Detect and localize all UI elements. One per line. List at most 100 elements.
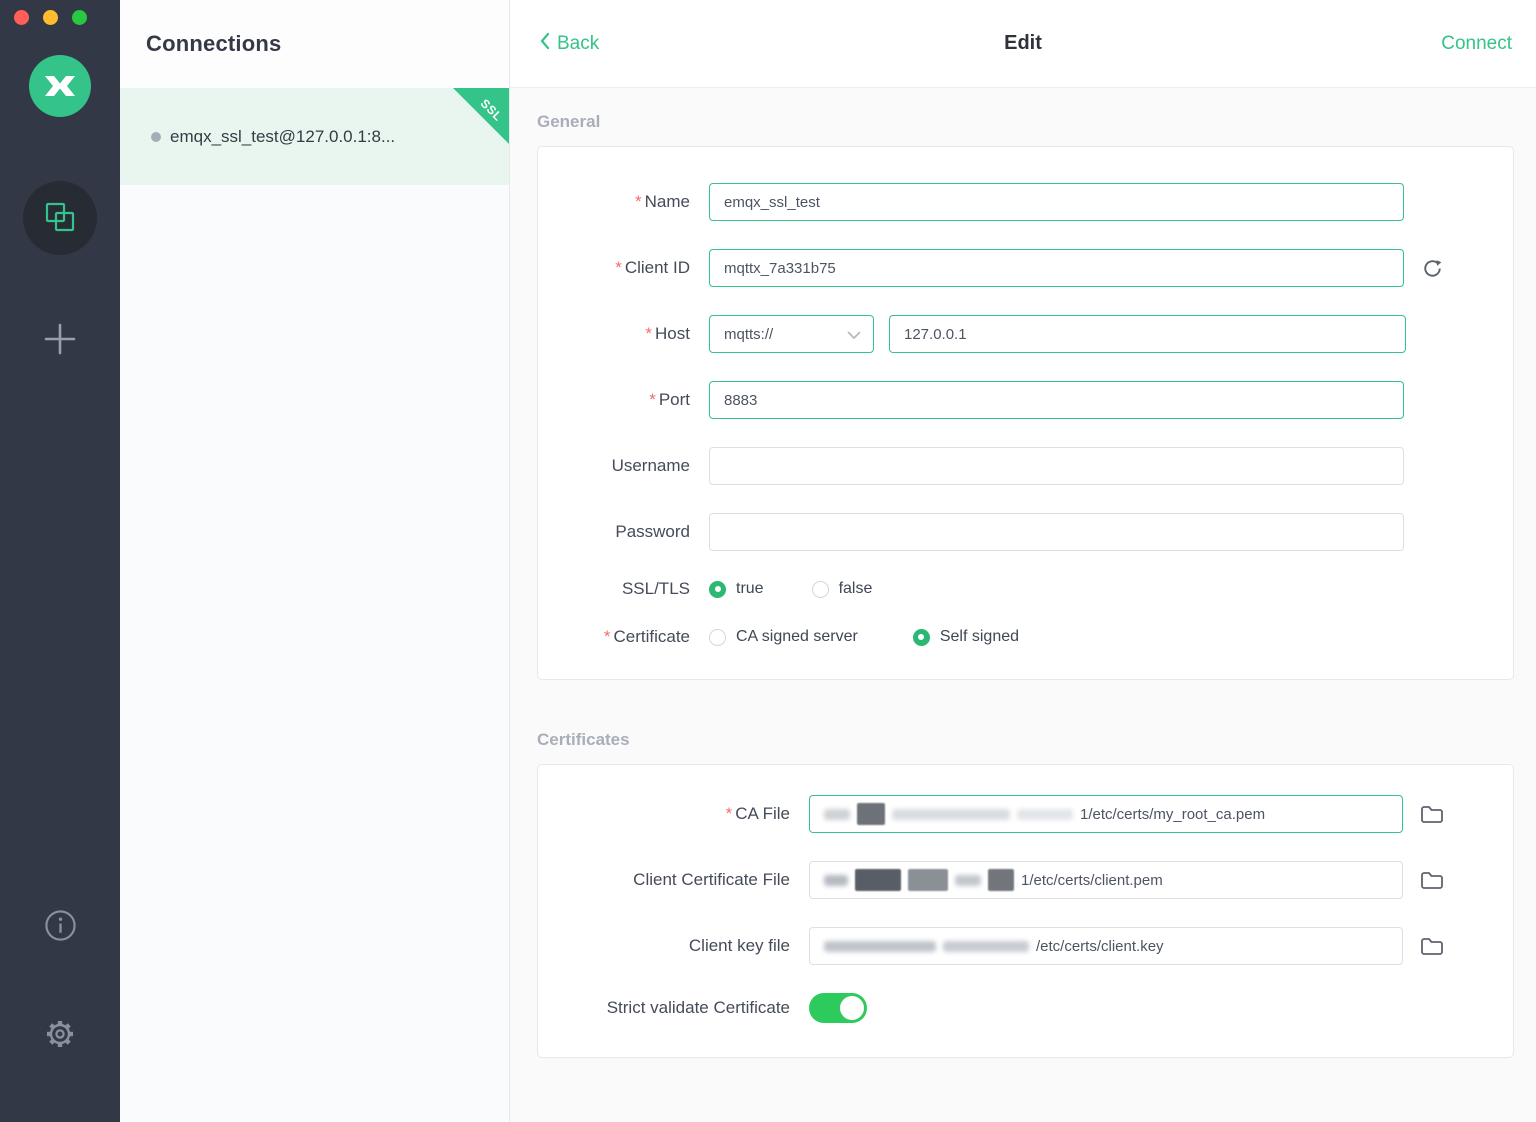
sidebar bbox=[0, 0, 120, 1122]
toggle-knob bbox=[840, 996, 864, 1020]
folder-icon bbox=[1421, 943, 1443, 958]
connect-button[interactable]: Connect bbox=[1441, 33, 1512, 55]
client-certificate-file-row: Client Certificate File 1/etc/certs/clie… bbox=[538, 861, 1513, 899]
client-id-input[interactable] bbox=[709, 249, 1404, 287]
chevron-down-icon bbox=[847, 326, 861, 343]
traffic-lights bbox=[0, 0, 87, 25]
host-row: *Host mqtts:// bbox=[538, 315, 1513, 353]
protocol-value: mqtts:// bbox=[724, 326, 773, 343]
ssl-true-radio[interactable]: true bbox=[709, 580, 764, 598]
overlapping-squares-icon bbox=[45, 202, 75, 235]
radio-icon bbox=[709, 629, 726, 646]
folder-icon bbox=[1421, 811, 1443, 826]
mqttx-window: Connections emqx_ssl_test@127.0.0.1:8...… bbox=[0, 0, 1536, 1122]
password-label: Password bbox=[615, 522, 690, 541]
client-id-row: *Client ID bbox=[538, 249, 1513, 287]
redacted-blur bbox=[1017, 809, 1073, 820]
password-input[interactable] bbox=[709, 513, 1404, 551]
ca-signed-server-radio[interactable]: CA signed server bbox=[709, 628, 858, 646]
edit-panel: Back Edit Connect General *Name *Client … bbox=[510, 0, 1536, 1122]
sidebar-footer bbox=[42, 909, 78, 1122]
new-connection-button[interactable] bbox=[43, 322, 77, 356]
refresh-client-id-button[interactable] bbox=[1422, 258, 1443, 279]
connection-name: emqx_ssl_test@127.0.0.1:8... bbox=[170, 127, 395, 147]
redacted-blur bbox=[824, 809, 850, 820]
ca-file-label: CA File bbox=[735, 804, 790, 823]
mqttx-logo bbox=[29, 55, 91, 117]
username-input[interactable] bbox=[709, 447, 1404, 485]
browse-client-key-button[interactable] bbox=[1421, 937, 1443, 955]
chevron-left-icon bbox=[540, 32, 550, 56]
radio-icon bbox=[709, 581, 726, 598]
port-row: *Port bbox=[538, 381, 1513, 419]
certificate-label: Certificate bbox=[613, 627, 690, 646]
connections-title: Connections bbox=[146, 31, 281, 57]
client-certificate-file-input[interactable]: 1/etc/certs/client.pem bbox=[809, 861, 1403, 899]
redacted-blur bbox=[892, 809, 1010, 820]
host-label: Host bbox=[655, 324, 690, 343]
name-input[interactable] bbox=[709, 183, 1404, 221]
redacted-blur bbox=[955, 875, 981, 886]
client-key-file-label: Client key file bbox=[689, 936, 790, 955]
redacted-blur bbox=[988, 869, 1014, 891]
certificate-radio-group: CA signed server Self signed bbox=[709, 628, 1019, 646]
protocol-select[interactable]: mqtts:// bbox=[709, 315, 874, 353]
name-label: Name bbox=[645, 192, 690, 211]
self-signed-radio[interactable]: Self signed bbox=[913, 628, 1019, 646]
port-input[interactable] bbox=[709, 381, 1404, 419]
strict-validate-label: Strict validate Certificate bbox=[607, 998, 790, 1017]
settings-button[interactable] bbox=[42, 1016, 78, 1052]
client-key-visible-path: /etc/certs/client.key bbox=[1036, 938, 1164, 955]
back-button[interactable]: Back bbox=[540, 32, 599, 56]
plus-icon bbox=[43, 344, 77, 359]
redacted-blur bbox=[908, 869, 948, 891]
strict-validate-toggle[interactable] bbox=[809, 993, 867, 1023]
client-certificate-visible-path: 1/etc/certs/client.pem bbox=[1021, 872, 1163, 889]
connections-header: Connections bbox=[120, 0, 509, 88]
client-key-file-input[interactable]: /etc/certs/client.key bbox=[809, 927, 1403, 965]
client-key-file-row: Client key file /etc/certs/client.key bbox=[538, 927, 1513, 965]
certificates-section-title: Certificates bbox=[537, 730, 1514, 750]
ssl-tls-radio-group: true false bbox=[709, 580, 872, 598]
username-label: Username bbox=[612, 456, 690, 475]
edit-header: Back Edit Connect bbox=[510, 0, 1536, 88]
client-id-label: Client ID bbox=[625, 258, 690, 277]
host-input[interactable] bbox=[889, 315, 1406, 353]
info-icon bbox=[44, 930, 77, 945]
edit-content: General *Name *Client ID bbox=[510, 88, 1536, 1122]
certificate-row: *Certificate CA signed server Self signe… bbox=[538, 627, 1513, 647]
redacted-blur bbox=[855, 869, 901, 891]
connections-panel: Connections emqx_ssl_test@127.0.0.1:8...… bbox=[120, 0, 510, 1122]
redacted-blur bbox=[824, 941, 936, 952]
general-section-title: General bbox=[537, 112, 1514, 132]
ca-file-input[interactable]: 1/etc/certs/my_root_ca.pem bbox=[809, 795, 1403, 833]
redacted-blur bbox=[824, 875, 848, 886]
password-row: Password bbox=[538, 513, 1513, 551]
certificates-card: *CA File 1/etc/certs/my_root_ca.pem bbox=[537, 764, 1514, 1058]
ssl-false-radio[interactable]: false bbox=[812, 580, 873, 598]
redacted-blur bbox=[943, 941, 1029, 952]
minimize-window-button[interactable] bbox=[43, 10, 58, 25]
general-card: *Name *Client ID bbox=[537, 146, 1514, 680]
required-marker: * bbox=[635, 192, 642, 211]
refresh-icon bbox=[1422, 267, 1443, 282]
redacted-blur bbox=[857, 803, 885, 825]
radio-icon bbox=[812, 581, 829, 598]
browse-ca-file-button[interactable] bbox=[1421, 805, 1443, 823]
ca-file-visible-path: 1/etc/certs/my_root_ca.pem bbox=[1080, 806, 1265, 823]
ca-file-row: *CA File 1/etc/certs/my_root_ca.pem bbox=[538, 795, 1513, 833]
connection-list-item[interactable]: emqx_ssl_test@127.0.0.1:8... SSL bbox=[120, 88, 509, 185]
zoom-window-button[interactable] bbox=[72, 10, 87, 25]
folder-icon bbox=[1421, 877, 1443, 892]
port-label: Port bbox=[659, 390, 690, 409]
about-button[interactable] bbox=[44, 909, 77, 942]
browse-client-certificate-button[interactable] bbox=[1421, 871, 1443, 889]
close-window-button[interactable] bbox=[14, 10, 29, 25]
sidebar-item-connections[interactable] bbox=[23, 181, 97, 255]
username-row: Username bbox=[538, 447, 1513, 485]
ssl-tls-label: SSL/TLS bbox=[622, 579, 690, 598]
ssl-tls-row: SSL/TLS true false bbox=[538, 579, 1513, 599]
connection-status-dot bbox=[151, 132, 161, 142]
strict-validate-row: Strict validate Certificate bbox=[538, 993, 1513, 1023]
radio-icon bbox=[913, 629, 930, 646]
